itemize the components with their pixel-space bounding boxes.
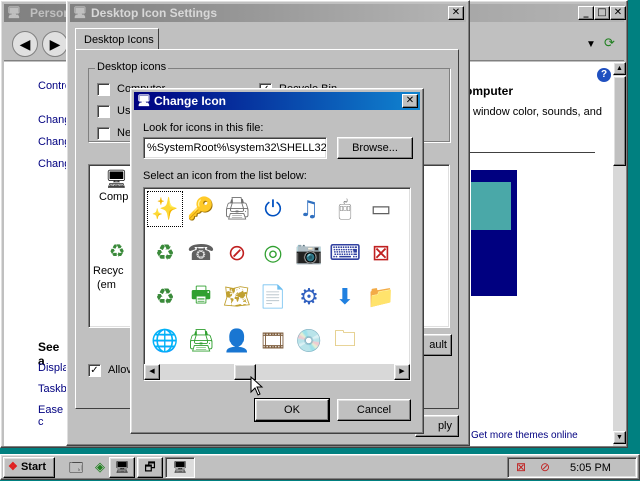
task-button-change-icon[interactable]: 🗗 xyxy=(137,457,163,478)
fax-icon[interactable]: ☎ xyxy=(184,236,218,270)
task-button-desktop-icons[interactable]: 🖥 xyxy=(165,457,195,478)
group-label: Desktop icons xyxy=(95,61,169,73)
clock[interactable]: 5:05 PM xyxy=(570,462,611,474)
ci-titlebar[interactable]: 🖥 Change Icon ✕ xyxy=(134,92,420,110)
right-description: window color, sounds, and xyxy=(473,106,603,118)
system-tray: ⊠ ⊘ 5:05 PM xyxy=(507,457,637,478)
dis-title: Desktop Icon Settings xyxy=(91,6,218,20)
label-user-files: Us xyxy=(117,105,131,117)
icon-grid-inner: ✨ 🔑 🖨 ⏻ ♫ 🖱 ▭ ♻ ☎ ⊘ ◎ 📷 ⌨ ⊠ ♻ 🖶 🗺 📄 ⚙ ⬇ 📁 🌐 🖨 👤 🎞 💿 🗀 xyxy=(144,188,410,362)
label-network: Ne xyxy=(117,127,132,139)
browse-button[interactable]: Browse... xyxy=(337,137,413,159)
download-icon[interactable]: ⬇ xyxy=(328,280,362,314)
scroll-thumb[interactable] xyxy=(613,76,626,166)
music-file-icon[interactable]: ♫ xyxy=(292,192,326,226)
network-tray-icon[interactable]: ⊠ xyxy=(516,460,526,474)
printer-icon[interactable]: 🖨 xyxy=(220,192,254,226)
checkbox-computer[interactable] xyxy=(97,83,110,96)
checkbox-allow-themes[interactable]: ✓ xyxy=(88,364,101,377)
window-icon: 🖥 xyxy=(7,7,21,19)
globe-network-icon[interactable]: 🌐 xyxy=(148,324,182,358)
recycle-bin-icon[interactable]: ♻ xyxy=(148,236,182,270)
left-pane: Contro Chang Chang Chang See a Displa Ta… xyxy=(4,62,71,446)
start-label: Start xyxy=(20,461,46,473)
refresh-icon[interactable]: ⟳ xyxy=(604,35,615,51)
preview-label-recycle: Recyc xyxy=(93,265,124,277)
minimize-button[interactable]: _ xyxy=(578,6,594,20)
keyboard-icon[interactable]: ⌨ xyxy=(328,236,362,270)
dis-titlebar[interactable]: 🖥 Desktop Icon Settings ✕ xyxy=(70,4,466,22)
right-heading: omputer xyxy=(465,84,513,98)
select-icon-label: Select an icon from the list below: xyxy=(143,170,307,182)
dropdown-arrow-icon[interactable]: ▼ xyxy=(586,39,596,50)
security-tray-icon[interactable]: ⊘ xyxy=(540,460,550,474)
maximize-button[interactable]: □ xyxy=(594,6,610,20)
zip-folder-icon[interactable]: 🗀 xyxy=(328,324,362,358)
cd-icon[interactable]: ◎ xyxy=(256,236,290,270)
scroll-down-button[interactable]: ▼ xyxy=(613,431,626,444)
theme-preview[interactable] xyxy=(471,170,517,296)
get-more-themes-link[interactable]: Get more themes online xyxy=(471,430,578,441)
ci-close-button[interactable]: ✕ xyxy=(402,94,418,108)
checkbox-network[interactable] xyxy=(97,127,110,140)
recycle-bin-preview-icon[interactable]: ♻ xyxy=(109,241,125,262)
help-icon[interactable]: ? xyxy=(597,68,611,82)
change-icon-dialog: 🖥 Change Icon ✕ Look for icons in this f… xyxy=(130,88,424,434)
tab-desktop-icons[interactable]: Desktop Icons xyxy=(75,28,159,50)
recycle-full-icon[interactable]: ♻ xyxy=(148,280,182,314)
dis-window-icon: 🖥 xyxy=(73,7,87,19)
divider xyxy=(465,152,595,153)
start-button[interactable]: ❖ Start xyxy=(3,457,55,478)
theme-preview-inner xyxy=(471,182,511,230)
printer-share-icon[interactable]: 🖨 xyxy=(184,324,218,358)
look-for-label: Look for icons in this file: xyxy=(143,122,264,134)
setup-icon[interactable]: ⚙ xyxy=(292,280,326,314)
documents-icon[interactable]: 📄 xyxy=(256,280,290,314)
cancel-button[interactable]: Cancel xyxy=(337,399,411,421)
see-also-ease[interactable]: Ease c xyxy=(38,404,68,428)
right-pane: ? omputer window color, sounds, and Get … xyxy=(465,62,613,446)
taskbar: ❖ Start 🗔 ◈ 🖥 🗗 🖥 ⊠ ⊘ 5:05 PM xyxy=(0,454,640,480)
horizontal-scrollbar[interactable]: ◀ ▶ xyxy=(144,364,410,380)
forward-button[interactable]: ▶ xyxy=(42,31,68,57)
keys-icon[interactable]: 🔑 xyxy=(184,192,218,226)
scroll-left-button[interactable]: ◀ xyxy=(144,364,160,380)
quicklaunch-browser-icon[interactable]: ◈ xyxy=(95,459,105,475)
task-button-personalization[interactable]: 🖥 xyxy=(109,457,135,478)
windows-logo-icon: ❖ xyxy=(8,461,18,473)
quicklaunch-desktop-icon[interactable]: 🗔 xyxy=(69,459,83,481)
icon-file-path-input[interactable]: %SystemRoot%\system32\SHELL32 xyxy=(143,137,327,159)
no-entry-icon[interactable]: ⊘ xyxy=(220,236,254,270)
back-button[interactable]: ◀ xyxy=(12,31,38,57)
close-button[interactable]: ✕ xyxy=(610,6,626,20)
vertical-scrollbar[interactable]: ▲ ▼ xyxy=(613,62,626,446)
ok-button[interactable]: OK xyxy=(254,398,330,422)
mouse-cursor-icon xyxy=(250,375,264,399)
camera-icon[interactable]: 📷 xyxy=(292,236,326,270)
wand-icon[interactable]: ✨ xyxy=(147,191,183,227)
mouse-icon[interactable]: 🖱 xyxy=(328,192,362,226)
map-folder-icon[interactable]: 🗺 xyxy=(220,280,254,314)
label-allow-themes: Allov xyxy=(108,364,132,376)
icon-grid[interactable]: ✨ 🔑 🖨 ⏻ ♫ 🖱 ▭ ♻ ☎ ⊘ ◎ 📷 ⌨ ⊠ ♻ 🖶 🗺 📄 ⚙ ⬇ 📁 🌐 🖨 👤 🎞 💿 🗀 ◀ ▶ xyxy=(143,187,411,381)
cd-music-icon[interactable]: 💿 xyxy=(292,324,326,358)
see-also-display[interactable]: Displa xyxy=(38,362,69,374)
preview-label-empty: (em xyxy=(97,279,116,291)
user-key-icon[interactable]: 👤 xyxy=(220,324,254,358)
computer-icon[interactable]: 🖥 xyxy=(105,169,128,190)
film-icon[interactable]: 🎞 xyxy=(256,324,290,358)
folder-icon[interactable]: 📁 xyxy=(364,280,398,314)
power-icon[interactable]: ⏻ xyxy=(256,192,290,226)
scroll-right-button[interactable]: ▶ xyxy=(394,364,410,380)
scroll-up-button[interactable]: ▲ xyxy=(613,62,626,75)
drive-icon[interactable]: ▭ xyxy=(364,192,398,226)
checkbox-user-files[interactable] xyxy=(97,105,110,118)
ci-title: Change Icon xyxy=(154,94,227,108)
dis-close-button[interactable]: ✕ xyxy=(448,6,464,20)
preview-label-computer: Comp xyxy=(99,191,129,203)
network-error-icon[interactable]: ⊠ xyxy=(364,236,398,270)
ci-window-icon: 🖥 xyxy=(137,95,151,107)
printer-check-icon[interactable]: 🖶 xyxy=(184,280,218,314)
see-also-taskbar[interactable]: Taskb xyxy=(38,383,67,395)
